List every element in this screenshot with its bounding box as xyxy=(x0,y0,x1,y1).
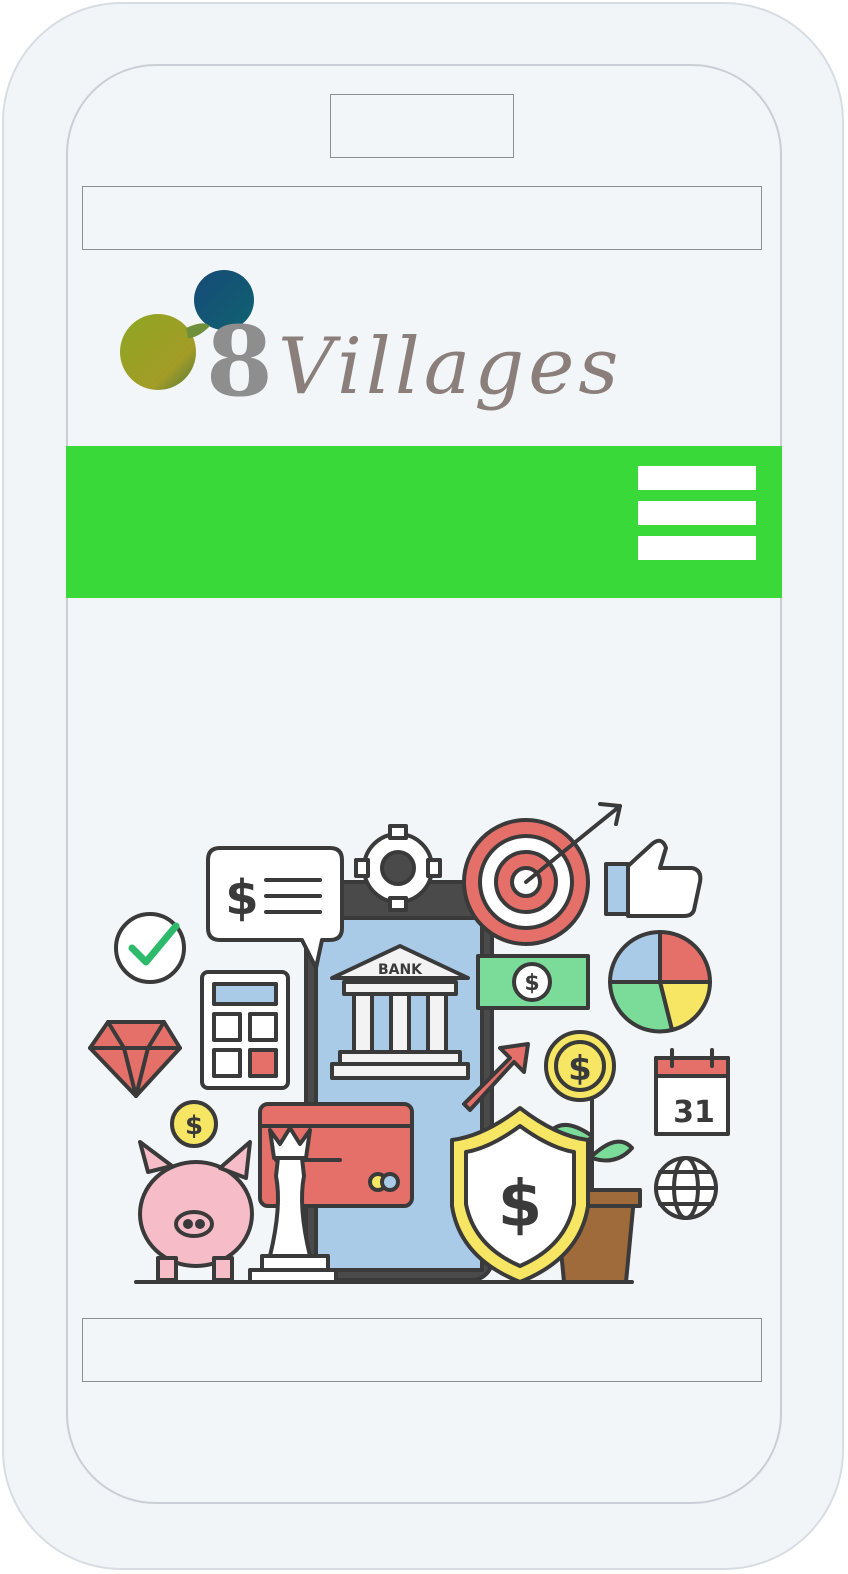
check-circle-icon xyxy=(114,912,186,984)
address-bar xyxy=(82,186,762,250)
navigation-bar xyxy=(66,446,782,598)
target-icon xyxy=(462,802,622,946)
bubble-dollar: $ xyxy=(225,870,258,926)
diamond-icon xyxy=(88,1020,182,1098)
brand-logo[interactable]: 8 Villages xyxy=(118,268,708,448)
bottom-bar xyxy=(82,1318,762,1382)
menu-line xyxy=(638,536,756,560)
calendar-day: 31 xyxy=(673,1095,715,1130)
bill-dollar: $ xyxy=(524,971,539,996)
finance-illustration: BANK $ $ $ 31 $ $ xyxy=(88,802,730,1284)
globe-icon xyxy=(654,1156,718,1220)
calculator-icon xyxy=(200,970,290,1090)
coin-dollar: $ xyxy=(568,1049,592,1089)
piggy-bank-icon xyxy=(138,1140,254,1282)
pie-chart-icon xyxy=(608,930,712,1034)
menu-line xyxy=(638,466,756,490)
shield-dollar: $ xyxy=(498,1168,543,1242)
logo-number: 8 xyxy=(206,305,273,418)
logo-wordmark: Villages xyxy=(278,322,623,412)
thumbs-up-icon xyxy=(604,838,703,918)
hamburger-menu-icon[interactable] xyxy=(638,466,756,560)
menu-line xyxy=(638,501,756,525)
phone-speaker xyxy=(330,94,514,158)
small-coin-dollar: $ xyxy=(185,1111,203,1141)
bank-label: BANK xyxy=(378,962,423,978)
